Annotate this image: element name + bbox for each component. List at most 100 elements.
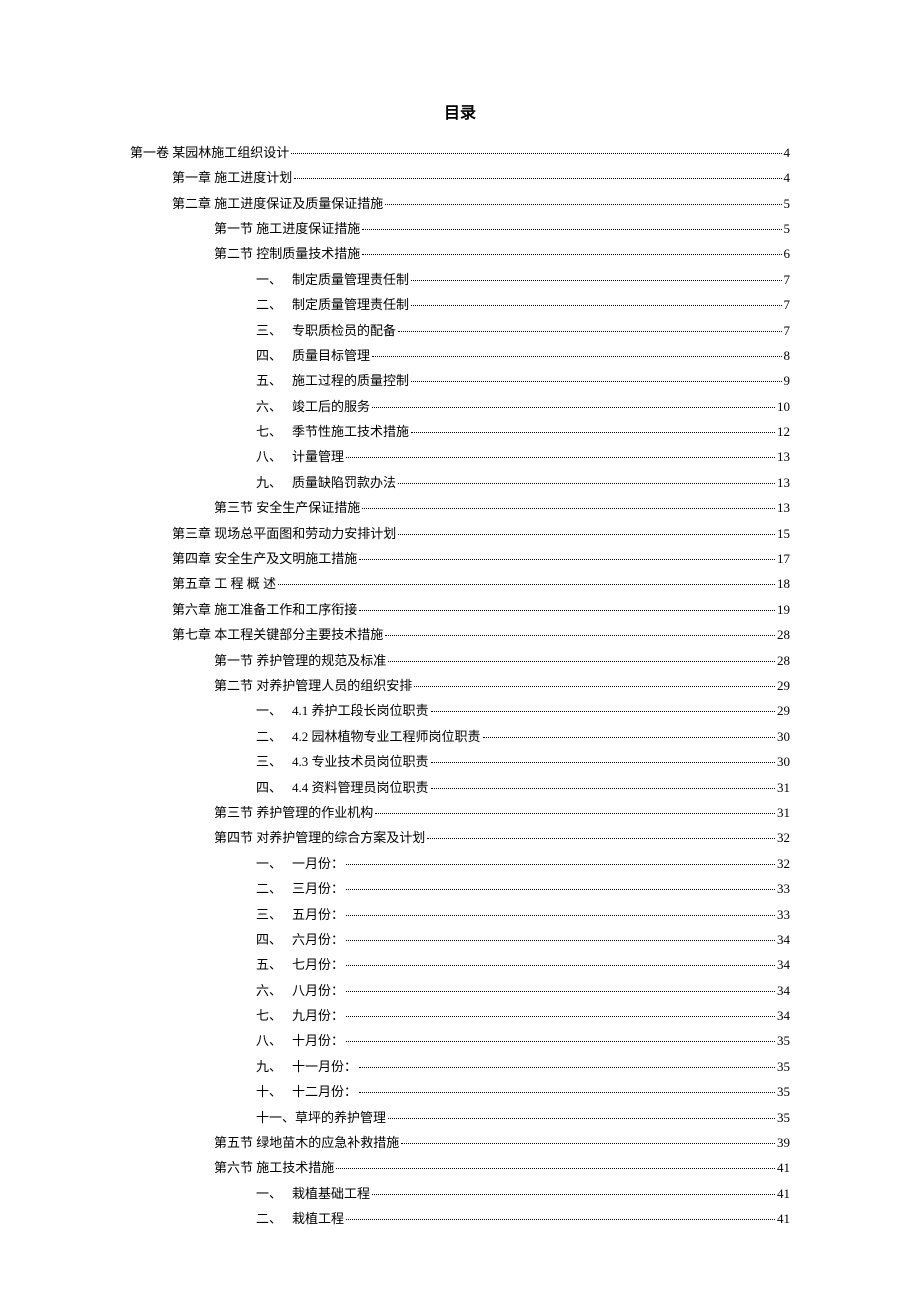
toc-leader-dots	[291, 153, 781, 154]
toc-entry[interactable]: 一、栽植基础工程41	[130, 1182, 790, 1205]
toc-entry-page: 39	[777, 1131, 790, 1154]
toc-entry-label: 第五节 绿地苗木的应急补救措施	[214, 1131, 399, 1154]
toc-leader-dots	[278, 584, 775, 585]
toc-entry[interactable]: 第二节 控制质量技术措施6	[130, 242, 790, 265]
toc-entry[interactable]: 第一章 施工进度计划4	[130, 166, 790, 189]
toc-entry[interactable]: 第二节 对养护管理人员的组织安排29	[130, 674, 790, 697]
toc-entry[interactable]: 六、八月份：34	[130, 979, 790, 1002]
toc-entry[interactable]: 一、制定质量管理责任制7	[130, 268, 790, 291]
toc-entry[interactable]: 第一节 施工进度保证措施5	[130, 217, 790, 240]
toc-entry[interactable]: 十一、草坪的养护管理35	[130, 1106, 790, 1129]
toc-leader-dots	[427, 838, 775, 839]
toc-entry-page: 12	[777, 420, 790, 443]
toc-entry-label: 七、九月份：	[256, 1004, 344, 1027]
toc-entry-label: 第三章 现场总平面图和劳动力安排计划	[172, 522, 396, 545]
toc-entry-page: 35	[777, 1055, 790, 1078]
toc-entry-page: 34	[777, 1004, 790, 1027]
toc-entry-page: 41	[777, 1207, 790, 1230]
toc-entry-label: 四、质量目标管理	[256, 344, 370, 367]
toc-entry[interactable]: 二、三月份：33	[130, 877, 790, 900]
toc-entry[interactable]: 一、4.1 养护工段长岗位职责29	[130, 699, 790, 722]
toc-entry[interactable]: 十、十二月份： 35	[130, 1080, 790, 1103]
toc-entry[interactable]: 四、4.4 资料管理员岗位职责31	[130, 776, 790, 799]
toc-entry[interactable]: 第三章 现场总平面图和劳动力安排计划 15	[130, 522, 790, 545]
toc-entry-label: 十、十二月份：	[256, 1080, 357, 1103]
toc-entry-label: 第四节 对养护管理的综合方案及计划	[214, 826, 425, 849]
toc-entry[interactable]: 七、九月份： 34	[130, 1004, 790, 1027]
toc-entry-number: 一、	[256, 699, 292, 722]
toc-entry-page: 34	[777, 979, 790, 1002]
toc-entry-number: 二、	[256, 293, 292, 316]
toc-entry-number: 一、	[256, 852, 292, 875]
toc-entry[interactable]: 二、栽植工程41	[130, 1207, 790, 1230]
toc-entry-label: 十一、草坪的养护管理	[256, 1106, 386, 1129]
toc-entry[interactable]: 六、竣工后的服务10	[130, 395, 790, 418]
toc-entry[interactable]: 第四节 对养护管理的综合方案及计划32	[130, 826, 790, 849]
toc-entry-number: 四、	[256, 928, 292, 951]
toc-entry-number: 十一、	[256, 1106, 295, 1129]
toc-entry-page: 28	[777, 649, 790, 672]
toc-entry[interactable]: 三、4.3 专业技术员岗位职责30	[130, 750, 790, 773]
toc-entry[interactable]: 五、七月份：34	[130, 953, 790, 976]
toc-entry[interactable]: 第一卷 某园林施工组织设计 4	[130, 141, 790, 164]
toc-entry[interactable]: 二、4.2 园林植物专业工程师岗位职责30	[130, 725, 790, 748]
toc-entry-number: 一、	[256, 1182, 292, 1205]
toc-entry-page: 7	[784, 268, 791, 291]
toc-entry-page: 4	[784, 166, 791, 189]
toc-entry[interactable]: 三、专职质检员的配备7	[130, 319, 790, 342]
toc-leader-dots	[385, 635, 775, 636]
toc-entry-label: 七、季节性施工技术措施	[256, 420, 409, 443]
toc-entry-label: 五、七月份：	[256, 953, 344, 976]
toc-entry[interactable]: 九、十一月份：35	[130, 1055, 790, 1078]
toc-entry-label: 第五章 工 程 概 述	[172, 572, 276, 595]
toc-entry[interactable]: 第二章 施工进度保证及质量保证措施5	[130, 192, 790, 215]
toc-entry[interactable]: 八、计量管理13	[130, 445, 790, 468]
toc-entry-number: 二、	[256, 725, 292, 748]
toc-entry[interactable]: 第四章 安全生产及文明施工措施17	[130, 547, 790, 570]
toc-entry-page: 35	[777, 1029, 790, 1052]
toc-leader-dots	[372, 407, 775, 408]
toc-entry-number: 四、	[256, 776, 292, 799]
toc-entry[interactable]: 第六节 施工技术措施41	[130, 1156, 790, 1179]
toc-entry-page: 32	[777, 852, 790, 875]
toc-entry[interactable]: 第三节 安全生产保证措施13	[130, 496, 790, 519]
toc-entry[interactable]: 二、制定质量管理责任制7	[130, 293, 790, 316]
toc-entry[interactable]: 第五章 工 程 概 述 18	[130, 572, 790, 595]
toc-entry-page: 30	[777, 725, 790, 748]
toc-entry-page: 18	[777, 572, 790, 595]
toc-leader-dots	[411, 305, 781, 306]
toc-entry[interactable]: 五、施工过程的质量控制9	[130, 369, 790, 392]
toc-entry-page: 5	[784, 217, 791, 240]
toc-entry[interactable]: 第一节 养护管理的规范及标准28	[130, 649, 790, 672]
toc-entry-page: 35	[777, 1080, 790, 1103]
toc-leader-dots	[372, 1194, 775, 1195]
toc-entry[interactable]: 第三节 养护管理的作业机构31	[130, 801, 790, 824]
toc-leader-dots	[398, 534, 775, 535]
toc-entry[interactable]: 九、质量缺陷罚款办法13	[130, 471, 790, 494]
toc-entry-label: 五、施工过程的质量控制	[256, 369, 409, 392]
toc-entry-number: 八、	[256, 1029, 292, 1052]
toc-entry-page: 34	[777, 928, 790, 951]
toc-entry[interactable]: 第七章 本工程关键部分主要技术措施28	[130, 623, 790, 646]
toc-entry[interactable]: 一、一月份：32	[130, 852, 790, 875]
toc-entry-label: 四、六月份：	[256, 928, 344, 951]
toc-entry-label: 三、五月份：	[256, 903, 344, 926]
toc-entry[interactable]: 八、十月份：35	[130, 1029, 790, 1052]
toc-entry-page: 13	[777, 496, 790, 519]
toc-entry[interactable]: 三、五月份：33	[130, 903, 790, 926]
toc-entry[interactable]: 四、质量目标管理8	[130, 344, 790, 367]
toc-entry-number: 九、	[256, 1055, 292, 1078]
toc-entry-label: 第一卷 某园林施工组织设计	[130, 141, 289, 164]
toc-entry[interactable]: 四、六月份： 34	[130, 928, 790, 951]
toc-entry-page: 15	[777, 522, 790, 545]
toc-entry[interactable]: 第六章 施工准备工作和工序衔接19	[130, 598, 790, 621]
toc-leader-dots	[362, 508, 775, 509]
toc-entry-number: 三、	[256, 903, 292, 926]
toc-entry-page: 6	[784, 242, 791, 265]
toc-entry[interactable]: 第五节 绿地苗木的应急补救措施 39	[130, 1131, 790, 1154]
toc-entry-number: 十、	[256, 1080, 292, 1103]
toc-entry[interactable]: 七、季节性施工技术措施 12	[130, 420, 790, 443]
toc-entry-page: 4	[784, 141, 791, 164]
toc-entry-page: 7	[784, 293, 791, 316]
toc-entry-page: 30	[777, 750, 790, 773]
